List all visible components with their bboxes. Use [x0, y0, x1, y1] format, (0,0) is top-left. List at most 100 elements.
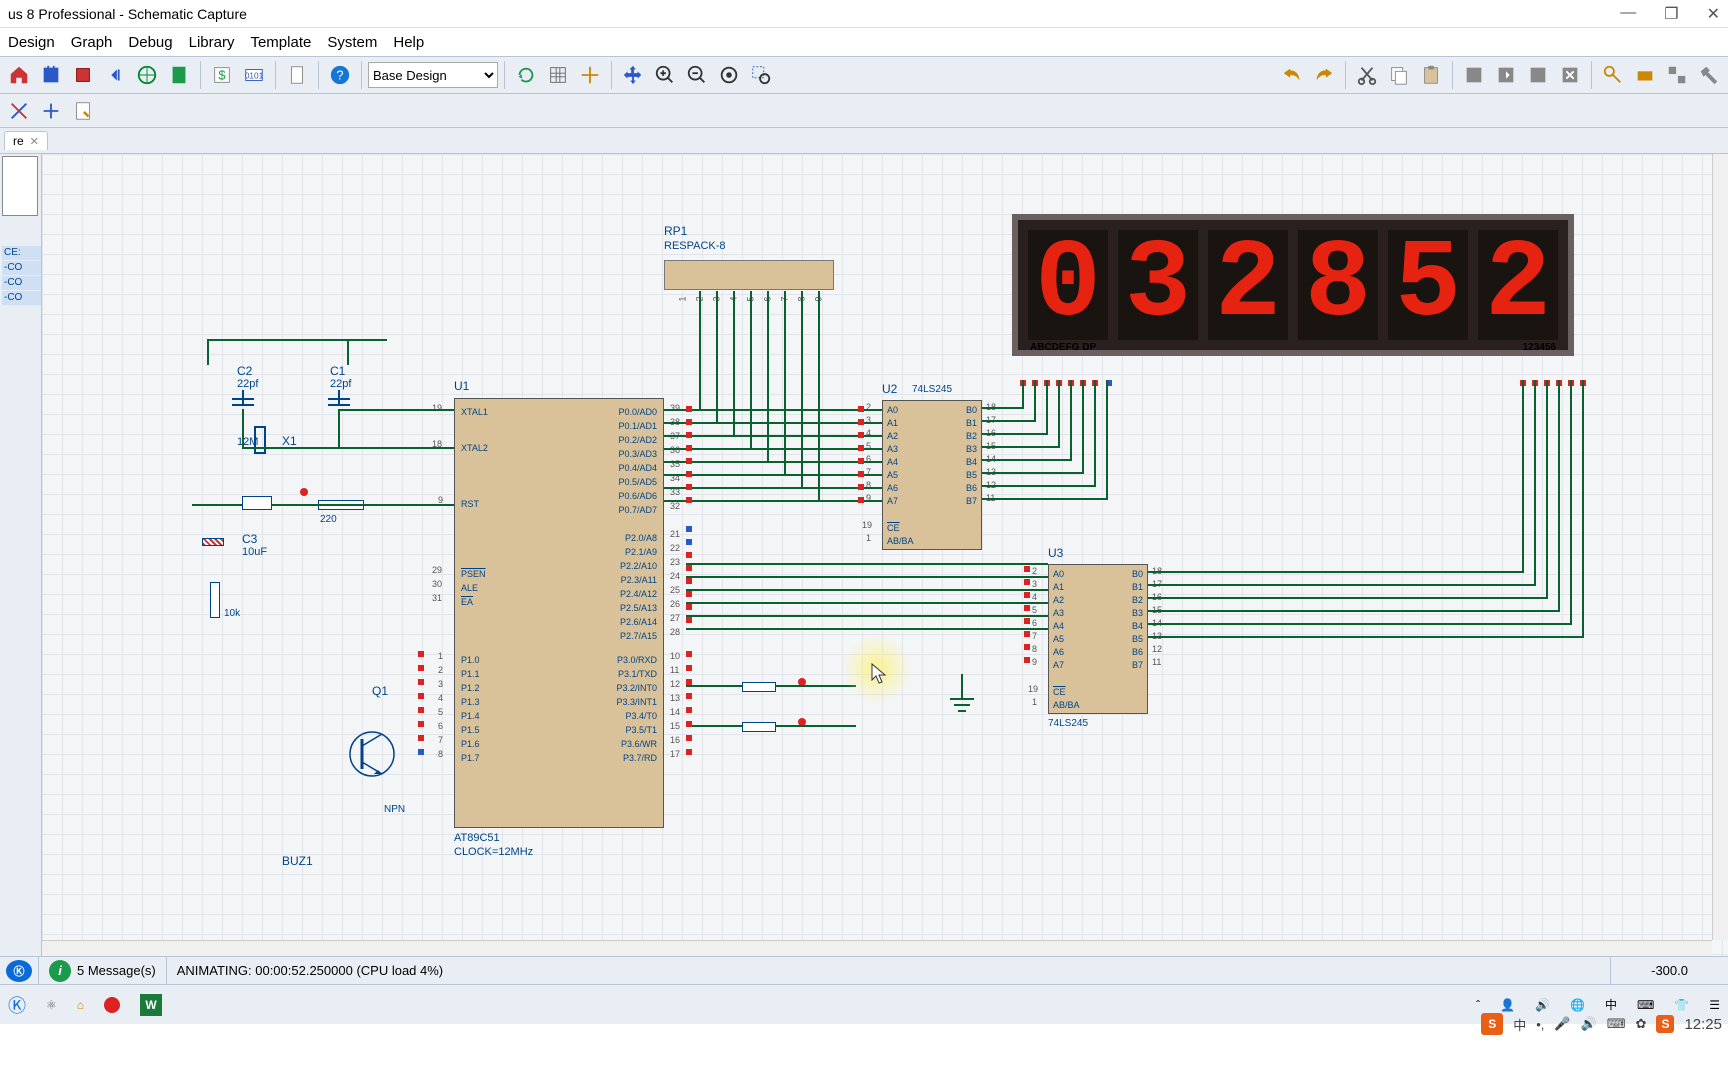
link-icon[interactable]: ✿ [1636, 1016, 1647, 1032]
list-item[interactable]: -CO [2, 261, 41, 275]
pcb-icon[interactable] [36, 60, 66, 90]
origin-icon[interactable] [575, 60, 605, 90]
grid-icon[interactable] [543, 60, 573, 90]
script-icon[interactable] [68, 96, 98, 126]
task-w-icon[interactable]: W [140, 994, 162, 1016]
home-icon[interactable] [4, 60, 34, 90]
mic-icon[interactable]: 🎤 [1554, 1016, 1570, 1032]
overview-thumbnail[interactable] [2, 156, 38, 216]
pick-icon[interactable] [1598, 60, 1628, 90]
seg-label: ABCDEFG DP [1030, 342, 1096, 353]
component-u2[interactable]: A0 A1 A2 A3 A4 A5 A6 A7 CE AB/BA B0 B1 B… [882, 400, 982, 550]
c2-ref: C2 [237, 364, 252, 378]
binary-icon[interactable]: 0101 [239, 60, 269, 90]
u3-ref: U3 [1048, 546, 1063, 560]
hammer-icon[interactable] [1694, 60, 1724, 90]
seven-seg-display[interactable]: 0 3 2 8 5 2 ABCDEFG DP 123456 [1012, 214, 1574, 356]
q1-ref: Q1 [372, 684, 388, 698]
block-rotate-icon[interactable] [1523, 60, 1553, 90]
main-toolbar: $ 0101 ? Base Design [0, 56, 1728, 94]
wire-icon[interactable] [4, 96, 34, 126]
redo-icon[interactable] [1309, 60, 1339, 90]
zoom-area-icon[interactable] [746, 60, 776, 90]
task-home-icon[interactable]: ⌂ [77, 998, 84, 1012]
globe-icon[interactable] [132, 60, 162, 90]
scrollbar-vertical[interactable] [1712, 154, 1728, 940]
status-k-icon[interactable]: Ⓚ [6, 960, 32, 982]
c2-val: 22pf [237, 378, 258, 390]
block-delete-icon[interactable] [1555, 60, 1585, 90]
component-u1[interactable]: XTAL1 XTAL2 RST PSEN ALE EA P1.0 P1.1 P1… [454, 398, 664, 828]
keyboard-icon[interactable]: ⌨ [1607, 1016, 1626, 1032]
block-move-icon[interactable] [1491, 60, 1521, 90]
task-bar: Ⓚ ⚛ ⌂ W ˆ 👤 🔊 🌐 中 ⌨ 👕 ☰ [0, 984, 1728, 1024]
rp1-val: RESPACK-8 [664, 240, 726, 252]
cursor-icon [870, 662, 890, 686]
doc-icon[interactable] [282, 60, 312, 90]
scrollbar-horizontal[interactable] [42, 940, 1712, 956]
package-icon[interactable] [1630, 60, 1660, 90]
menu-system[interactable]: System [327, 34, 377, 51]
dollar-icon[interactable]: $ [207, 60, 237, 90]
tab-label: re [13, 134, 24, 148]
net-icon[interactable] [36, 96, 66, 126]
maximize-button[interactable]: ❐ [1664, 4, 1678, 24]
digit-2: 3 [1118, 230, 1198, 340]
schematic-canvas[interactable]: 0 3 2 8 5 2 ABCDEFG DP 123456 RP1 RESPAC… [42, 154, 1728, 956]
task-k-icon[interactable]: Ⓚ [8, 992, 26, 1018]
menu-help[interactable]: Help [393, 34, 424, 51]
refresh-icon[interactable] [511, 60, 541, 90]
sogou-icon[interactable]: S [1481, 1013, 1503, 1035]
help-icon[interactable]: ? [325, 60, 355, 90]
tab-close-icon[interactable]: ✕ [30, 135, 39, 148]
list-item[interactable]: CE: [2, 246, 41, 260]
u2-ref: U2 [882, 382, 897, 396]
chip-icon[interactable] [68, 60, 98, 90]
rp1-ref: RP1 [664, 224, 687, 238]
q1-val: NPN [384, 804, 405, 815]
list-item[interactable]: -CO [2, 276, 41, 290]
component-button[interactable] [742, 722, 776, 732]
menu-graph[interactable]: Graph [71, 34, 113, 51]
sogou-small-icon[interactable]: S [1656, 1015, 1674, 1033]
component-q1[interactable] [342, 714, 402, 794]
block-copy-icon[interactable] [1459, 60, 1489, 90]
component-u3[interactable]: A0 A1 A2 A3 A4 A5 A6 A7 CE AB/BA B0 B1 B… [1048, 564, 1148, 714]
cut-icon[interactable] [1352, 60, 1382, 90]
task-atom-icon[interactable]: ⚛ [46, 998, 57, 1012]
component-button[interactable] [742, 682, 776, 692]
tray-chevron-icon[interactable]: ˆ [1476, 998, 1480, 1012]
zoom-fit-icon[interactable] [714, 60, 744, 90]
prev-icon[interactable] [100, 60, 130, 90]
zoom-out-icon[interactable] [682, 60, 712, 90]
system-tray: S 中 •, 🎤 🔊 ⌨ ✿ S 12:25 [1481, 1008, 1722, 1040]
close-button[interactable]: ✕ [1707, 4, 1720, 24]
variant-select[interactable]: Base Design [368, 62, 498, 88]
paste-icon[interactable] [1416, 60, 1446, 90]
record-icon[interactable] [104, 997, 120, 1013]
pan-icon[interactable] [618, 60, 648, 90]
list-item[interactable]: -CO [2, 291, 41, 305]
punct-icon[interactable]: •, [1536, 1017, 1544, 1032]
menu-template[interactable]: Template [250, 34, 311, 51]
digit-1: 0 [1028, 230, 1108, 340]
undo-icon[interactable] [1277, 60, 1307, 90]
component-rp1[interactable] [664, 260, 834, 290]
c3-ref: C3 [242, 532, 257, 546]
copy-icon[interactable] [1384, 60, 1414, 90]
component-r10k[interactable] [210, 582, 220, 618]
canvas-wrap: 0 3 2 8 5 2 ABCDEFG DP 123456 RP1 RESPAC… [42, 154, 1728, 956]
sheet-icon[interactable] [164, 60, 194, 90]
tab-schematic[interactable]: re ✕ [4, 131, 48, 150]
menu-design[interactable]: Design [8, 34, 55, 51]
speaker-icon[interactable]: 🔊 [1581, 1016, 1597, 1032]
minimize-button[interactable]: — [1620, 4, 1636, 24]
ime-icon[interactable]: 中 [1513, 1015, 1526, 1034]
menu-library[interactable]: Library [189, 34, 235, 51]
x1-ref: X1 [282, 434, 297, 448]
component-sidebar[interactable]: CE: -CO -CO -CO [0, 154, 42, 956]
decompose-icon[interactable] [1662, 60, 1692, 90]
zoom-in-icon[interactable] [650, 60, 680, 90]
status-messages[interactable]: i 5 Message(s) [38, 957, 166, 984]
menu-debug[interactable]: Debug [128, 34, 172, 51]
